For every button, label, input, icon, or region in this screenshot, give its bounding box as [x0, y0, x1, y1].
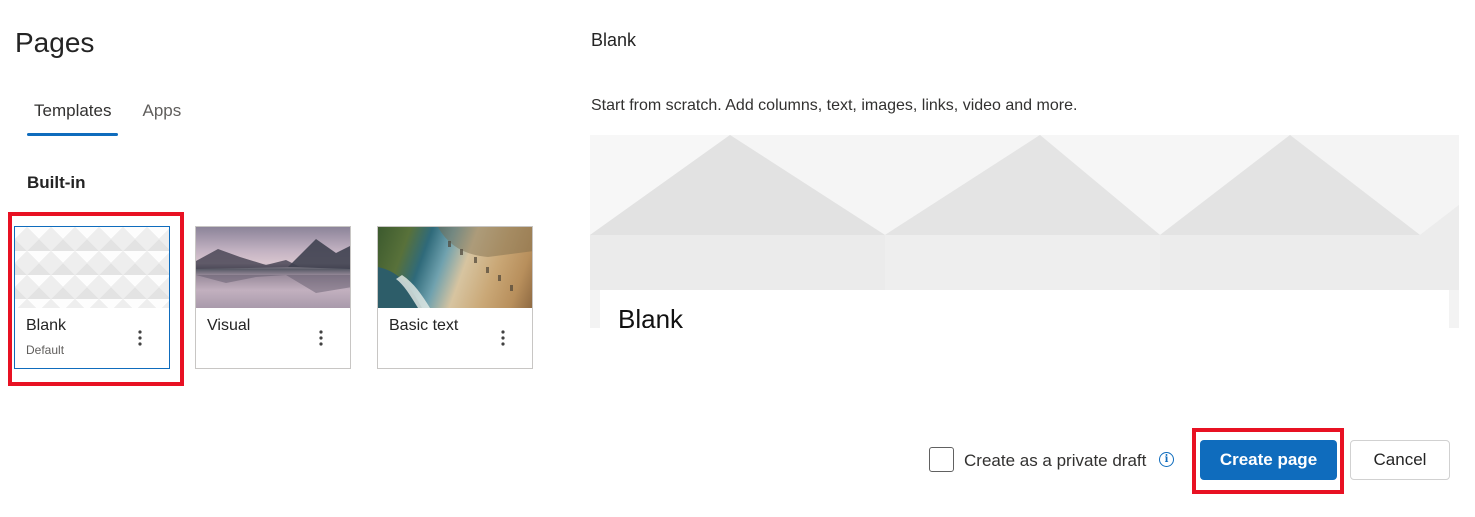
- template-thumbnail-basic-text: [378, 227, 532, 308]
- private-draft-checkbox[interactable]: [929, 447, 954, 472]
- preview-image: Blank: [590, 135, 1459, 328]
- template-card-blank[interactable]: Blank Default: [14, 226, 170, 369]
- template-card-basic-text[interactable]: Basic text: [377, 226, 533, 369]
- more-vertical-icon[interactable]: [314, 327, 328, 349]
- preview-banner: [590, 135, 1459, 290]
- template-thumbnail-visual: [196, 227, 350, 308]
- section-heading-built-in: Built-in: [27, 173, 86, 192]
- template-thumbnail-blank: [15, 227, 169, 308]
- template-label: Blank: [26, 317, 67, 334]
- template-sublabel: Default: [26, 343, 65, 357]
- private-draft-label[interactable]: Create as a private draft: [964, 451, 1146, 471]
- preview-card-title: Blank: [618, 304, 684, 328]
- info-icon[interactable]: i: [1159, 452, 1174, 467]
- cancel-button[interactable]: Cancel: [1350, 440, 1450, 480]
- create-page-button[interactable]: Create page: [1200, 440, 1337, 480]
- preview-description: Start from scratch. Add columns, text, i…: [591, 97, 1078, 114]
- template-label: Visual: [207, 317, 251, 334]
- template-label: Basic text: [389, 317, 459, 334]
- template-card-visual[interactable]: Visual: [195, 226, 351, 369]
- template-tabs: Templates Apps: [27, 95, 205, 136]
- pages-panel-title: Pages: [15, 27, 95, 58]
- more-vertical-icon[interactable]: [496, 327, 510, 349]
- tab-templates[interactable]: Templates: [27, 95, 119, 136]
- preview-card: Blank: [600, 290, 1449, 328]
- preview-title: Blank: [591, 30, 637, 50]
- tab-apps[interactable]: Apps: [135, 95, 188, 130]
- more-vertical-icon[interactable]: [133, 327, 147, 349]
